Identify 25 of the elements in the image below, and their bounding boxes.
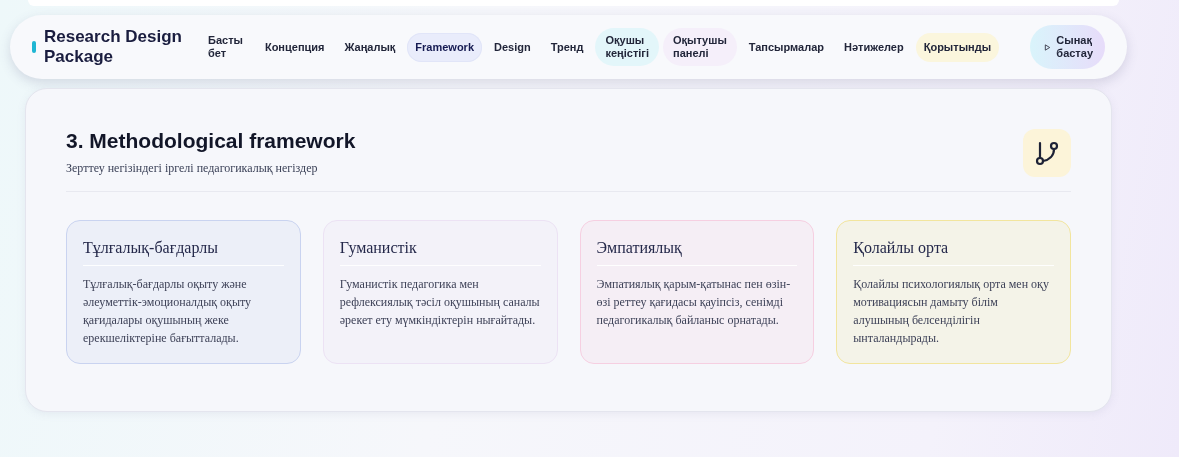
card-text: Қолайлы психологиялық орта мен оқу мотивациясын дамыту білім алушының белсенділігін ынталандырады. bbox=[853, 276, 1050, 347]
card-title: Қолайлы орта bbox=[853, 239, 950, 257]
play-icon bbox=[1044, 43, 1052, 51]
nav-link[interactable]: Framework bbox=[407, 32, 483, 62]
nav-link[interactable]: Басты бет bbox=[198, 28, 253, 66]
section-title: 3. Methodological framework bbox=[66, 129, 356, 153]
branch-icon bbox=[1023, 129, 1071, 177]
nav-link[interactable]: Нәтижелер bbox=[836, 32, 912, 62]
brand-title[interactable]: Research Design Package bbox=[43, 27, 184, 67]
nav-link[interactable]: Концепция bbox=[256, 32, 333, 62]
nav-link[interactable]: Тапсырмалар bbox=[740, 32, 833, 62]
nav-link[interactable]: Оқытушы панелі bbox=[663, 28, 737, 66]
card-title: Тұлғалық-бағдарлы bbox=[83, 239, 219, 257]
nav-link[interactable]: Оқушы кеңістігі bbox=[595, 28, 659, 66]
start-test-button[interactable]: Сынақ бастау bbox=[1030, 25, 1105, 69]
card-text: Эмпатиялық қарым-қатынас пен өзін-өзі реттеу қағидасы қауіпсіз, сенімді педагогикалық байланыс орнатады. bbox=[596, 276, 792, 329]
card-title: Эмпатиялық bbox=[596, 239, 683, 257]
nav-link[interactable]: Тренд bbox=[542, 32, 592, 62]
nav-link[interactable]: Қорытынды bbox=[915, 32, 1000, 62]
card-text: Тұлғалық-бағдарлы оқыту және әлеуметтік-эмоционалдық оқыту қағидалары оқушының жеке ерекшеліктеріне бағытталады. bbox=[83, 276, 253, 347]
card-title: Гуманистік bbox=[339, 239, 418, 257]
card-text: Гуманистік педагогика мен рефлексиялық тәсіл оқушының саналы әрекет ету мүмкіндіктерін нығайтады. bbox=[339, 276, 541, 329]
nav-link[interactable]: Жаңалық bbox=[336, 32, 404, 62]
section-subtitle: Зерттеу негізіндегі іргелі педагогикалық негіздер bbox=[66, 161, 319, 176]
nav-link[interactable]: Design bbox=[486, 32, 539, 62]
